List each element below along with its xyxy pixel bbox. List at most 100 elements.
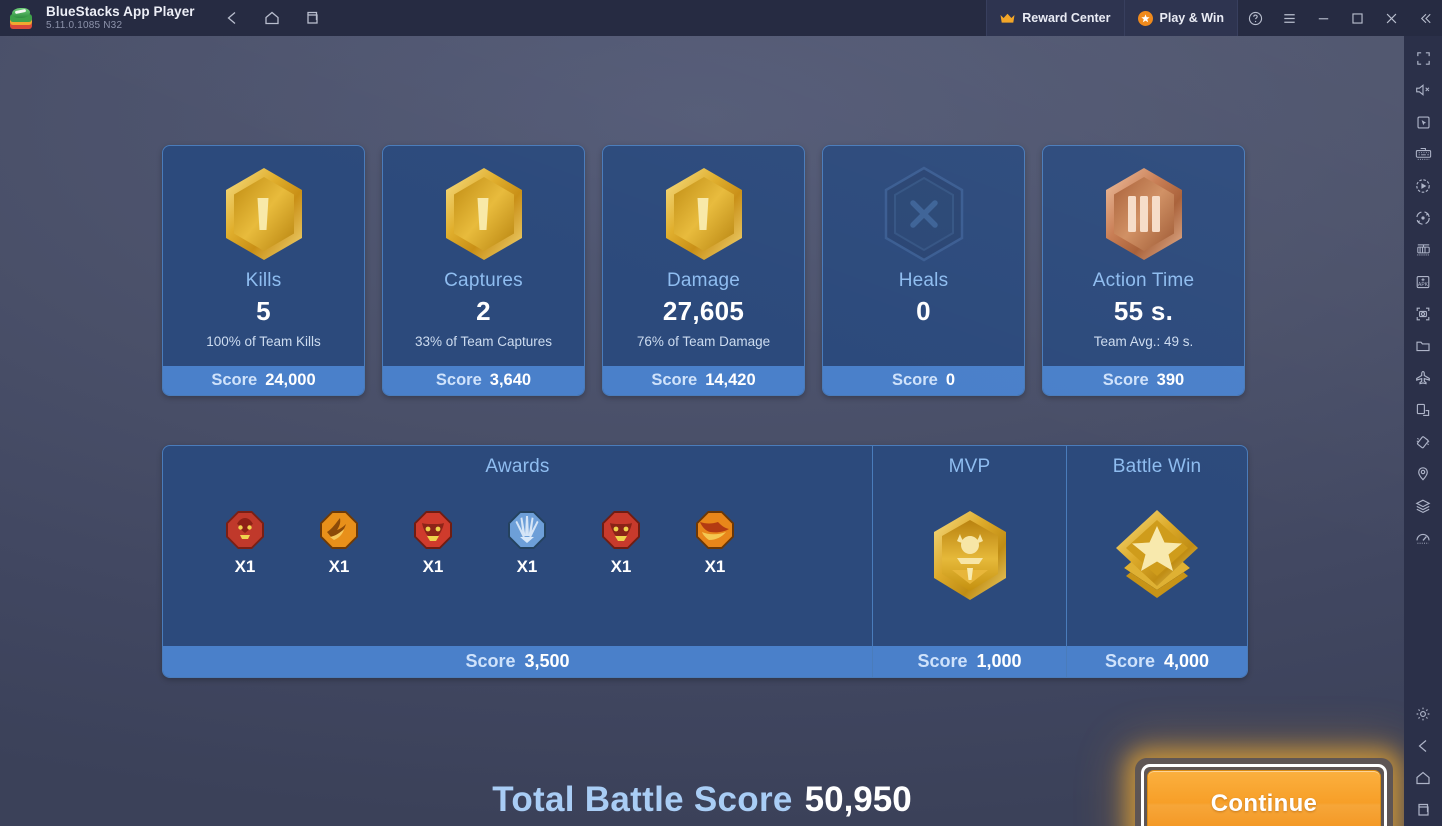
- stat-card-captures: Captures 2 33% of Team Captures Score 3,…: [382, 145, 585, 396]
- award-badge-demon-red[interactable]: X1: [225, 510, 265, 577]
- battle-win-column: Battle Win Score 4,000: [1067, 446, 1247, 677]
- multi-instance-icon[interactable]: [1404, 234, 1442, 266]
- stat-value: 5: [256, 296, 271, 326]
- game-screen: Kills 5 100% of Team Kills Score 24,000 …: [0, 36, 1404, 826]
- score-value: 14,420: [705, 371, 756, 389]
- award-badge-blast-orange[interactable]: X1: [319, 510, 359, 577]
- minimize-icon[interactable]: [1306, 0, 1340, 36]
- app-title: BlueStacks App Player: [46, 3, 195, 19]
- titlebar-right-group: Reward Center Play & Win: [986, 0, 1442, 36]
- stat-value: 2: [476, 296, 491, 326]
- back-nav-icon[interactable]: [1404, 730, 1442, 762]
- stat-card-damage: Damage 27,605 76% of Team Damage Score 1…: [602, 145, 805, 396]
- awards-title: Awards: [485, 456, 550, 477]
- score-value: 1,000: [976, 651, 1022, 671]
- score-word: Score: [465, 651, 516, 671]
- stat-score-bar: Score 3,640: [383, 366, 584, 395]
- award-badge-count: X1: [516, 557, 538, 576]
- rotate-icon[interactable]: [1404, 202, 1442, 234]
- multi-window-icon[interactable]: [297, 4, 327, 32]
- home-icon[interactable]: [257, 4, 287, 32]
- stat-score-bar: Score 14,420: [603, 366, 804, 395]
- collapse-sidebar-icon[interactable]: [1408, 0, 1442, 36]
- awards-score-bar: Score 3,500: [163, 646, 872, 677]
- stat-subtext: 76% of Team Damage: [636, 334, 771, 349]
- awards-badge-row: X1 X1 X1 X1 X1 X1: [225, 510, 735, 577]
- stat-card-heals: Heals 0 Score 0: [822, 145, 1025, 396]
- gold-hexagon-medal-icon: [436, 162, 532, 266]
- back-icon[interactable]: [217, 4, 247, 32]
- bluestacks-sidebar: APK: [1404, 36, 1442, 826]
- stat-subtext: 33% of Team Captures: [414, 334, 553, 349]
- award-badge-blast-orange-icon: [320, 511, 358, 549]
- bluestacks-window: BlueStacks App Player 5.11.0.1085 N32 Re…: [0, 0, 1442, 826]
- score-word: Score: [211, 371, 258, 389]
- total-battle-score-value: 50,950: [804, 780, 912, 819]
- maximize-icon[interactable]: [1340, 0, 1374, 36]
- stat-value: 27,605: [662, 296, 745, 326]
- award-badge-flame-orange[interactable]: X1: [695, 510, 735, 577]
- stat-subtext: Team Avg.: 49 s.: [1093, 334, 1194, 349]
- bluestacks-logo-icon: [10, 7, 32, 29]
- recents-nav-icon[interactable]: [1404, 794, 1442, 826]
- award-badge-count: X1: [610, 557, 632, 576]
- play-and-win-button[interactable]: Play & Win: [1123, 0, 1238, 36]
- award-badge-beast-red[interactable]: X1: [413, 510, 453, 577]
- score-word: Score: [651, 371, 698, 389]
- score-value: 4,000: [1163, 651, 1210, 671]
- score-value: 3,500: [524, 651, 570, 671]
- score-value: 3,640: [489, 371, 532, 389]
- layers-icon[interactable]: [1404, 490, 1442, 522]
- stat-value: 0: [916, 296, 931, 326]
- macro-record-icon[interactable]: [1404, 170, 1442, 202]
- fullscreen-icon[interactable]: [1404, 42, 1442, 74]
- media-folder-icon[interactable]: [1404, 330, 1442, 362]
- stat-label: Damage: [666, 270, 741, 291]
- stat-score-bar: Score 390: [1043, 366, 1244, 395]
- mute-icon[interactable]: [1404, 74, 1442, 106]
- award-badge-shield-blue[interactable]: X1: [507, 510, 547, 577]
- continue-button-label: Continue: [1210, 790, 1318, 817]
- award-badge-demon-red-icon: [226, 511, 264, 549]
- gold-hexagon-medal-icon: [656, 162, 752, 266]
- stat-label: Heals: [898, 270, 949, 291]
- stat-label: Kills: [245, 270, 282, 291]
- install-apk-icon[interactable]: APK: [1404, 266, 1442, 298]
- awards-panel: Awards X1 X1 X1 X1 X1 X1 Score 3,500 MVP…: [162, 445, 1248, 678]
- performance-icon[interactable]: [1404, 522, 1442, 554]
- stat-label: Action Time: [1092, 270, 1195, 291]
- keyboard-controls-icon[interactable]: [1404, 138, 1442, 170]
- award-badge-count: X1: [328, 557, 350, 576]
- svg-text:APK: APK: [1418, 282, 1429, 288]
- mvp-column: MVP Score 1,000: [873, 446, 1067, 677]
- shake-icon[interactable]: [1404, 426, 1442, 458]
- score-value: 390: [1156, 371, 1185, 389]
- score-word: Score: [1102, 371, 1149, 389]
- reward-center-label: Reward Center: [1022, 11, 1111, 25]
- total-battle-score-label: Total Battle Score: [492, 780, 793, 819]
- crown-icon: [1000, 13, 1015, 24]
- home-nav-icon[interactable]: [1404, 762, 1442, 794]
- gold-star-diamond-medal-icon: [1104, 502, 1210, 608]
- settings-gear-icon[interactable]: [1404, 698, 1442, 730]
- cursor-icon[interactable]: [1404, 106, 1442, 138]
- award-badge-demon-red-2[interactable]: X1: [601, 510, 641, 577]
- continue-button[interactable]: Continue: [1147, 770, 1381, 826]
- bronze-hexagon-medal-icon: [1096, 162, 1192, 266]
- stat-card-action-time: Action Time 55 s. Team Avg.: 49 s. Score…: [1042, 145, 1245, 396]
- mvp-title: MVP: [948, 456, 991, 477]
- titlebar-nav-group: [217, 4, 327, 32]
- score-value: 24,000: [265, 371, 316, 389]
- award-badge-count: X1: [422, 557, 444, 576]
- screenshot-icon[interactable]: [1404, 298, 1442, 330]
- reward-center-button[interactable]: Reward Center: [986, 0, 1124, 36]
- stat-subtext: 100% of Team Kills: [206, 334, 321, 349]
- menu-icon[interactable]: [1272, 0, 1306, 36]
- close-icon[interactable]: [1374, 0, 1408, 36]
- help-icon[interactable]: [1238, 0, 1272, 36]
- stats-row: Kills 5 100% of Team Kills Score 24,000 …: [162, 145, 1248, 396]
- resize-icon[interactable]: [1404, 394, 1442, 426]
- award-badge-shield-blue-icon: [508, 511, 546, 549]
- eco-mode-icon[interactable]: [1404, 362, 1442, 394]
- location-icon[interactable]: [1404, 458, 1442, 490]
